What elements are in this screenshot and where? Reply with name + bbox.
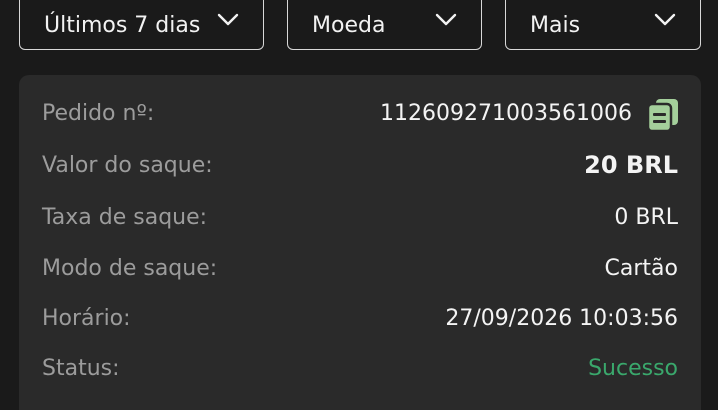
currency-dropdown[interactable]: Moeda [287, 0, 482, 50]
time-value: 27/09/2026 10:03:56 [445, 306, 678, 331]
order-row: Pedido nº: 112609271003561006 [19, 95, 701, 135]
currency-dropdown-label: Moeda [312, 12, 386, 38]
withdrawal-details-card: Pedido nº: 112609271003561006 Valor do s… [19, 75, 701, 410]
order-label: Pedido nº: [42, 101, 155, 126]
fee-value: 0 BRL [614, 205, 678, 230]
amount-label: Valor do saque: [42, 153, 213, 178]
period-dropdown[interactable]: Últimos 7 dias [19, 0, 264, 50]
mode-row: Modo de saque: Cartão [19, 250, 701, 290]
status-row: Status: Sucesso [19, 350, 701, 390]
chevron-down-icon [654, 13, 676, 26]
chevron-down-icon [217, 13, 239, 26]
chevron-down-icon [435, 13, 457, 26]
more-dropdown[interactable]: Mais [505, 0, 701, 50]
fee-row: Taxa de saque: 0 BRL [19, 199, 701, 239]
mode-label: Modo de saque: [42, 256, 218, 281]
amount-value: 20 BRL [584, 151, 678, 179]
fee-label: Taxa de saque: [42, 205, 208, 230]
status-label: Status: [42, 356, 120, 381]
time-row: Horário: 27/09/2026 10:03:56 [19, 300, 701, 340]
amount-row: Valor do saque: 20 BRL [19, 147, 701, 187]
order-number: 112609271003561006 [380, 101, 632, 126]
copy-icon[interactable] [648, 99, 678, 131]
time-label: Horário: [42, 306, 131, 331]
more-dropdown-label: Mais [530, 12, 581, 38]
mode-value: Cartão [604, 256, 678, 281]
filter-bar: Últimos 7 dias Moeda Mais [0, 0, 718, 60]
status-badge: Sucesso [588, 356, 678, 381]
period-dropdown-label: Últimos 7 dias [44, 12, 201, 38]
